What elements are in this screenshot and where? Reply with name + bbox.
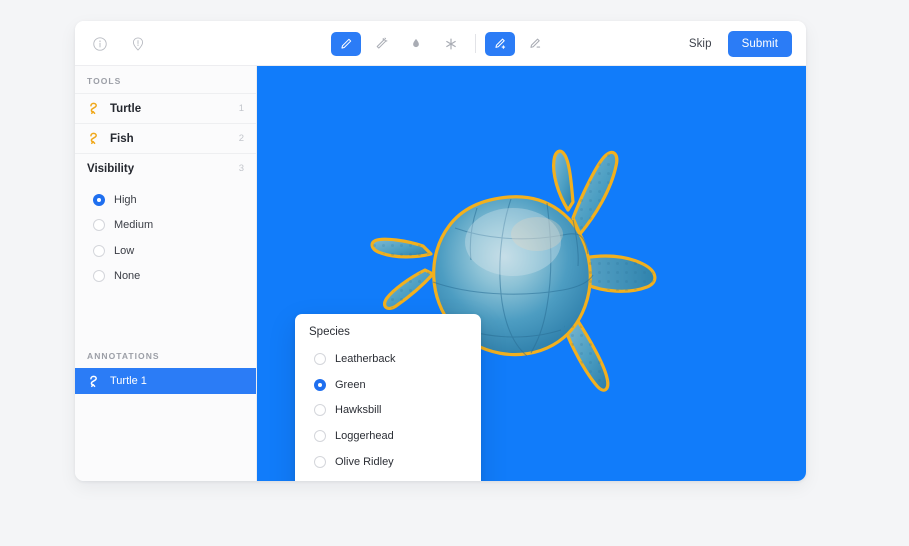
species-option-label: Olive Ridley (335, 455, 394, 468)
radio-icon (93, 270, 105, 283)
annotations-section-label: Annotations (87, 351, 160, 361)
sidebar-item-turtle[interactable]: Turtle 1 (75, 93, 256, 123)
visibility-option-none[interactable]: None (75, 264, 256, 290)
annotation-list-item-turtle-1[interactable]: Turtle 1 (75, 368, 256, 394)
species-popup: Species Leatherback Green Hawksbill Logg… (295, 314, 481, 481)
magic-wand-tool[interactable] (366, 32, 396, 56)
visibility-option-medium[interactable]: Medium (75, 213, 256, 239)
species-option-leatherback[interactable]: Leatherback (295, 346, 481, 372)
water-drop-tool[interactable] (401, 32, 431, 56)
radio-icon (93, 244, 105, 257)
info-icon[interactable] (89, 33, 111, 55)
sidebar-item-label: Fish (110, 132, 134, 145)
species-option-kemps-ridley[interactable]: Kemp's Ridley (295, 474, 481, 481)
species-option-label: Loggerhead (335, 429, 394, 442)
sidebar-item-visibility[interactable]: Visibility 3 (75, 153, 256, 183)
visibility-option-label: None (114, 270, 141, 283)
left-sidebar: Tools Turtle 1 Fish 2 Visibility (75, 66, 257, 481)
lasso-icon (87, 131, 102, 146)
radio-icon (93, 219, 105, 232)
radio-icon (314, 352, 326, 365)
toolbar-divider (475, 34, 476, 53)
radio-icon (314, 404, 326, 417)
radio-icon (314, 455, 326, 468)
map-pin-alert-icon[interactable] (127, 33, 149, 55)
header-actions: Skip Submit (687, 21, 792, 66)
sidebar-item-label: Turtle (110, 102, 142, 115)
visibility-option-label: Medium (114, 219, 154, 232)
lasso-icon (87, 374, 102, 389)
annotation-app-window: Skip Submit Tools Turtle 1 Fish (75, 21, 806, 481)
sidebar-item-shortcut: 2 (238, 133, 244, 144)
species-option-label: Green (335, 378, 366, 391)
visibility-option-label: Low (114, 244, 135, 257)
radio-icon (314, 378, 326, 391)
app-header: Skip Submit (75, 21, 806, 66)
species-option-hawksbill[interactable]: Hawksbill (295, 397, 481, 423)
sidebar-item-label: Visibility (87, 162, 135, 175)
radio-icon (93, 193, 105, 206)
species-option-green[interactable]: Green (295, 372, 481, 398)
lasso-icon (87, 101, 102, 116)
annotation-label: Turtle 1 (110, 375, 147, 387)
species-option-olive-ridley[interactable]: Olive Ridley (295, 449, 481, 475)
sidebar-item-shortcut: 3 (238, 163, 244, 174)
pen-tool[interactable] (331, 31, 361, 56)
radio-icon (314, 429, 326, 442)
snowflake-tool[interactable] (436, 32, 466, 56)
species-popup-title: Species (309, 326, 350, 338)
species-option-loggerhead[interactable]: Loggerhead (295, 423, 481, 449)
tools-section-label: Tools (87, 76, 122, 86)
visibility-option-low[interactable]: Low (75, 238, 256, 264)
visibility-option-label: High (114, 193, 137, 206)
header-left-icons (89, 21, 149, 66)
visibility-radio-group: High Medium Low None (75, 183, 256, 289)
sidebar-item-shortcut: 1 (238, 103, 244, 114)
remove-pen-tool[interactable] (520, 32, 550, 56)
submit-button[interactable]: Submit (727, 30, 792, 57)
skip-button[interactable]: Skip (687, 34, 714, 54)
species-option-label: Hawksbill (335, 404, 382, 417)
visibility-option-high[interactable]: High (75, 187, 256, 213)
sidebar-item-fish[interactable]: Fish 2 (75, 123, 256, 153)
add-pen-tool[interactable] (485, 31, 515, 56)
species-option-label: Leatherback (335, 352, 396, 365)
